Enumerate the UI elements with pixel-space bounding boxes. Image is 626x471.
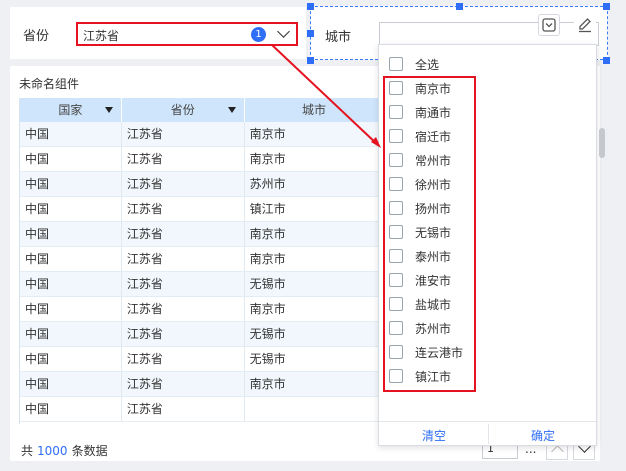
pencil-icon — [579, 18, 591, 33]
table-cell: 无锡市 — [245, 347, 385, 371]
table-cell: 中国 — [20, 372, 122, 396]
table-cell: 无锡市 — [245, 272, 385, 296]
table-cell: 中国 — [20, 297, 122, 321]
resize-handle[interactable] — [307, 30, 314, 37]
total-number: 1000 — [37, 444, 68, 458]
table-cell: 中国 — [20, 122, 122, 146]
column-header-label: 省份 — [170, 103, 195, 117]
province-select[interactable]: 江苏省 1 — [76, 22, 298, 46]
table-cell: 南京市 — [245, 147, 385, 171]
total-suffix: 条数据 — [71, 444, 108, 458]
table-cell: 苏州市 — [245, 172, 385, 196]
table-cell: 南京市 — [245, 297, 385, 321]
select-all-option[interactable]: 全选 — [389, 54, 439, 74]
resize-handle[interactable] — [307, 57, 314, 64]
province-select-value: 江苏省 — [83, 29, 120, 43]
table-cell: 江苏省 — [122, 347, 245, 371]
table-cell: 江苏省 — [122, 322, 245, 346]
table-cell — [245, 397, 385, 421]
table-cell: 江苏省 — [122, 122, 245, 146]
confirm-button[interactable]: 确定 — [531, 427, 555, 444]
province-filter-widget: 省份 江苏省 1 — [10, 7, 306, 59]
table-cell: 南京市 — [245, 247, 385, 271]
table-cell: 江苏省 — [122, 172, 245, 196]
table-cell: 中国 — [20, 222, 122, 246]
city-select[interactable] — [379, 22, 599, 46]
table-cell: 江苏省 — [122, 222, 245, 246]
dropdown-footer: 清空 确定 — [379, 421, 596, 445]
table-cell: 南京市 — [245, 222, 385, 246]
resize-handle[interactable] — [603, 3, 610, 10]
table-cell: 中国 — [20, 347, 122, 371]
table-cell: 江苏省 — [122, 272, 245, 296]
resize-handle[interactable] — [307, 3, 314, 10]
sort-down-icon[interactable] — [104, 107, 113, 113]
sort-down-icon[interactable] — [227, 107, 236, 113]
resize-handle[interactable] — [456, 3, 463, 10]
edit-button[interactable] — [574, 14, 596, 36]
collapse-icon — [542, 18, 556, 32]
column-header-city[interactable]: 城市 — [245, 98, 385, 122]
province-filter-label: 省份 — [23, 29, 50, 44]
column-header-label: 城市 — [301, 103, 326, 117]
table-cell: 中国 — [20, 322, 122, 346]
table-cell: 南京市 — [245, 122, 385, 146]
checkbox[interactable] — [389, 57, 403, 71]
widget-title: 未命名组件 — [19, 77, 80, 91]
clear-button[interactable]: 清空 — [422, 427, 446, 444]
footer-divider — [488, 424, 489, 444]
collapse-button[interactable] — [538, 14, 560, 36]
selected-count-badge: 1 — [251, 27, 266, 42]
table-cell: 江苏省 — [122, 372, 245, 396]
table-cell: 无锡市 — [245, 322, 385, 346]
table-cell: 镇江市 — [245, 197, 385, 221]
table-cell: 中国 — [20, 147, 122, 171]
total-prefix: 共 — [21, 444, 34, 458]
table-cell: 南京市 — [245, 372, 385, 396]
table-cell: 中国 — [20, 397, 122, 421]
table-cell: 中国 — [20, 172, 122, 196]
resize-handle[interactable] — [603, 57, 610, 64]
table-cell: 江苏省 — [122, 197, 245, 221]
chevron-down-icon[interactable] — [277, 25, 290, 38]
dropdown-scrollbar[interactable] — [599, 128, 605, 158]
table-cell: 江苏省 — [122, 147, 245, 171]
column-header-label: 国家 — [58, 103, 83, 117]
table-cell: 江苏省 — [122, 397, 245, 421]
table-cell: 中国 — [20, 247, 122, 271]
chevron-up-icon — [551, 445, 564, 458]
city-filter-label: 城市 — [325, 30, 352, 45]
column-header-country[interactable]: 国家 — [20, 98, 122, 122]
table-cell: 江苏省 — [122, 247, 245, 271]
table-cell: 中国 — [20, 272, 122, 296]
options-highlight-box — [383, 76, 476, 392]
table-cell: 江苏省 — [122, 297, 245, 321]
column-header-province[interactable]: 省份 — [122, 98, 245, 122]
table-cell: 中国 — [20, 197, 122, 221]
total-count: 共 1000 条数据 — [21, 442, 108, 459]
option-label: 全选 — [415, 57, 440, 72]
